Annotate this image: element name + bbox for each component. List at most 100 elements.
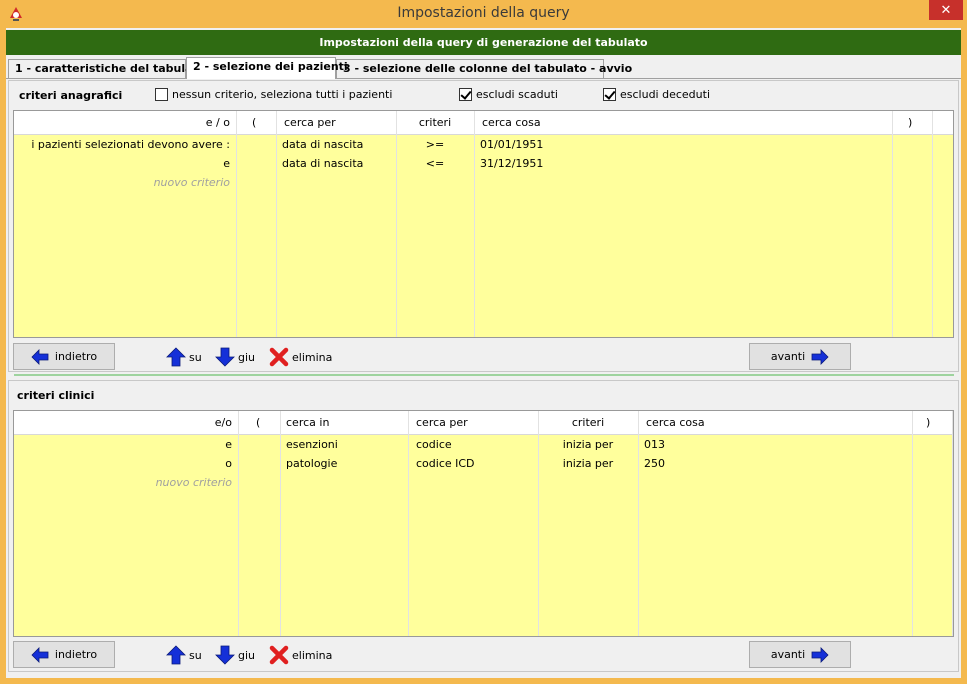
- col-divider: [408, 411, 409, 636]
- col-header-close[interactable]: ): [926, 414, 930, 432]
- col-divider: [952, 411, 953, 636]
- delete-x-icon: [269, 645, 289, 665]
- checkbox-box[interactable]: [603, 88, 616, 101]
- move-up-button[interactable]: su: [166, 645, 202, 665]
- cell-cerca-per[interactable]: codice: [416, 436, 452, 454]
- arrow-down-icon: [215, 347, 235, 367]
- col-divider: [912, 411, 913, 636]
- cell-cerca-cosa[interactable]: 250: [644, 455, 665, 473]
- checkbox-box[interactable]: [459, 88, 472, 101]
- back-button[interactable]: indietro: [13, 641, 115, 668]
- col-header-eo[interactable]: e / o: [14, 114, 230, 132]
- cell-criteri[interactable]: inizia per: [538, 436, 638, 454]
- col-divider: [892, 111, 893, 337]
- nessun-criterio-label: nessun criterio, seleziona tutti i pazie…: [172, 88, 393, 101]
- escludi-deceduti-label: escludi deceduti: [620, 88, 710, 101]
- page-title: Impostazioni della query di generazione …: [6, 30, 961, 55]
- anagrafici-section: criteri anagrafici nessun criterio, sele…: [8, 80, 959, 372]
- col-header-eo[interactable]: e/o: [14, 414, 232, 432]
- back-button[interactable]: indietro: [13, 343, 115, 370]
- tab-selezione-pazienti[interactable]: 2 - selezione dei pazienti: [186, 57, 348, 79]
- cell-eo[interactable]: e: [14, 436, 232, 454]
- col-divider: [638, 411, 639, 636]
- col-divider: [474, 111, 475, 337]
- forward-label: avanti: [770, 350, 806, 363]
- dialog-client: Impostazioni della query di generazione …: [6, 28, 961, 678]
- forward-button[interactable]: avanti: [749, 343, 851, 370]
- cell-eo[interactable]: e: [14, 155, 230, 173]
- col-divider: [932, 111, 933, 337]
- escludi-scaduti-checkbox[interactable]: escludi scaduti: [459, 88, 558, 101]
- cell-cerca-per[interactable]: data di nascita: [282, 136, 363, 154]
- delete-label: elimina: [292, 350, 333, 364]
- section-divider: [14, 374, 954, 376]
- nessun-criterio-checkbox[interactable]: nessun criterio, seleziona tutti i pazie…: [155, 88, 392, 101]
- move-up-button[interactable]: su: [166, 347, 202, 367]
- window-title: Impostazioni della query: [397, 5, 570, 21]
- arrow-up-icon: [166, 645, 186, 665]
- col-divider: [276, 111, 277, 337]
- arrow-left-icon: [31, 348, 49, 365]
- clinici-grid: e/o ( cerca in cerca per criteri cerca c…: [13, 410, 954, 637]
- col-divider: [280, 411, 281, 636]
- up-label: su: [189, 648, 202, 662]
- delete-label: elimina: [292, 648, 333, 662]
- delete-button[interactable]: elimina: [269, 645, 332, 665]
- cell-cerca-per[interactable]: data di nascita: [282, 155, 363, 173]
- col-header-open[interactable]: (: [252, 114, 256, 132]
- col-divider: [236, 111, 237, 337]
- delete-x-icon: [269, 347, 289, 367]
- arrow-down-icon: [215, 645, 235, 665]
- col-header-cerca-per[interactable]: cerca per: [284, 114, 336, 132]
- cell-cerca-in[interactable]: esenzioni: [286, 436, 338, 454]
- col-header-close[interactable]: ): [908, 114, 912, 132]
- cell-cerca-in[interactable]: patologie: [286, 455, 337, 473]
- col-header-criteri[interactable]: criteri: [538, 414, 638, 432]
- down-label: giu: [238, 648, 256, 662]
- delete-button[interactable]: elimina: [269, 347, 332, 367]
- cell-cerca-cosa[interactable]: 01/01/1951: [480, 136, 543, 154]
- cell-criteri[interactable]: inizia per: [538, 455, 638, 473]
- new-criterion-row[interactable]: nuovo criterio: [14, 474, 232, 492]
- down-label: giu: [238, 350, 256, 364]
- tab-selezione-colonne[interactable]: 3 - selezione delle colonne del tabulato…: [336, 59, 632, 78]
- move-down-button[interactable]: giu: [215, 347, 255, 367]
- col-divider: [238, 411, 239, 636]
- arrow-up-icon: [166, 347, 186, 367]
- forward-label: avanti: [770, 648, 806, 661]
- back-label: indietro: [54, 648, 98, 661]
- back-label: indietro: [54, 350, 98, 363]
- tab-divider: [6, 78, 961, 79]
- col-header-criteri[interactable]: criteri: [396, 114, 474, 132]
- cell-eo[interactable]: i pazienti selezionati devono avere :: [14, 136, 230, 154]
- tab-caratteristiche[interactable]: 1 - caratteristiche del tabulato: [8, 59, 205, 78]
- up-label: su: [189, 350, 202, 364]
- checkbox-box[interactable]: [155, 88, 168, 101]
- move-down-button[interactable]: giu: [215, 645, 255, 665]
- anagrafici-grid: e / o ( cerca per criteri cerca cosa ) i…: [13, 110, 954, 338]
- col-header-cerca-cosa[interactable]: cerca cosa: [482, 114, 541, 132]
- col-header-cerca-per[interactable]: cerca per: [416, 414, 468, 432]
- forward-button[interactable]: avanti: [749, 641, 851, 668]
- arrow-right-icon: [811, 646, 829, 663]
- new-criterion-row[interactable]: nuovo criterio: [14, 174, 230, 192]
- cell-criteri[interactable]: >=: [396, 136, 474, 154]
- col-header-open[interactable]: (: [256, 414, 260, 432]
- title-bar: Impostazioni della query ✕: [0, 0, 967, 28]
- arrow-right-icon: [811, 348, 829, 365]
- col-header-cerca-cosa[interactable]: cerca cosa: [646, 414, 705, 432]
- col-header-cerca-in[interactable]: cerca in: [286, 414, 329, 432]
- cell-eo[interactable]: o: [14, 455, 232, 473]
- tab-strip: 1 - caratteristiche del tabulato 2 - sel…: [6, 57, 961, 79]
- clinici-title: criteri clinici: [17, 389, 95, 402]
- close-button[interactable]: ✕: [929, 0, 963, 20]
- cell-cerca-per[interactable]: codice ICD: [416, 455, 475, 473]
- cell-criteri[interactable]: <=: [396, 155, 474, 173]
- arrow-left-icon: [31, 646, 49, 663]
- clinici-section: criteri clinici e/o ( cerca in cerca per…: [8, 380, 959, 672]
- escludi-scaduti-label: escludi scaduti: [476, 88, 558, 101]
- anagrafici-title: criteri anagrafici: [19, 89, 123, 102]
- escludi-deceduti-checkbox[interactable]: escludi deceduti: [603, 88, 710, 101]
- cell-cerca-cosa[interactable]: 31/12/1951: [480, 155, 543, 173]
- cell-cerca-cosa[interactable]: 013: [644, 436, 665, 454]
